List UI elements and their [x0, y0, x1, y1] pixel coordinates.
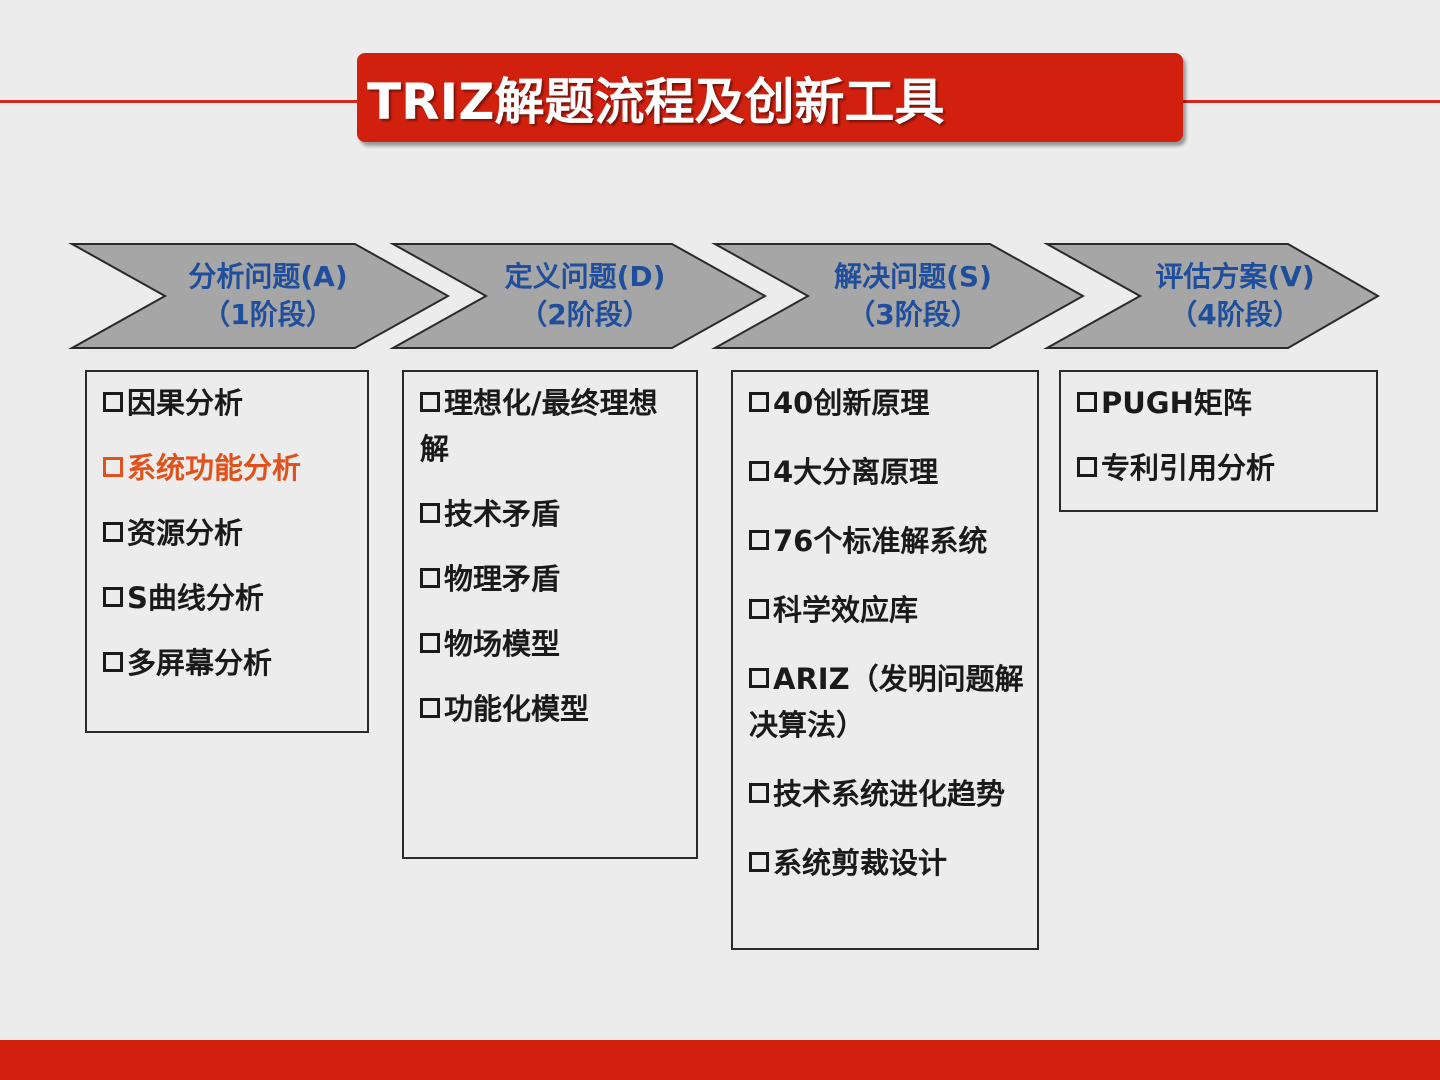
- list-item: PUGH矩阵: [1077, 380, 1366, 426]
- stage-phase: （2阶段）: [519, 298, 651, 331]
- list-item: 技术系统进化趋势: [749, 771, 1027, 817]
- list-item: 76个标准解系统: [749, 518, 1027, 564]
- list-item: ARIZ（发明问题解决算法）: [749, 662, 1024, 742]
- checkbox-icon: [103, 522, 123, 542]
- list-item: 40创新原理: [749, 380, 1027, 426]
- checkbox-icon: [749, 530, 769, 550]
- stage-title: 分析问题(A): [188, 260, 348, 293]
- checkbox-icon: [420, 503, 440, 523]
- stage-phase: （3阶段）: [847, 298, 979, 331]
- checkbox-icon: [420, 392, 440, 412]
- list-item: 物理矛盾: [420, 556, 686, 602]
- checkbox-icon: [103, 652, 123, 672]
- list-item: S曲线分析: [103, 575, 357, 621]
- list-item: 功能化模型: [420, 686, 686, 732]
- list-item: 技术矛盾: [420, 491, 686, 537]
- checkbox-icon: [103, 392, 123, 412]
- footer-bar: [0, 1040, 1440, 1080]
- checkbox-icon: [749, 668, 769, 688]
- tool-box-solve: 40创新原理 4大分离原理 76个标准解系统 科学效应库 ARIZ（发明问题解决…: [731, 370, 1039, 950]
- list-item: 物场模型: [420, 621, 686, 667]
- checkbox-icon: [749, 783, 769, 803]
- checkbox-icon: [1077, 392, 1097, 412]
- checkbox-icon: [420, 633, 440, 653]
- list-item: 理想化/最终理想解: [420, 386, 658, 466]
- checkbox-icon: [749, 852, 769, 872]
- checkbox-icon: [420, 698, 440, 718]
- stage-phase: （4阶段）: [1169, 298, 1301, 331]
- checkbox-icon: [103, 457, 123, 477]
- stage-title: 定义问题(D): [504, 260, 666, 293]
- tool-box-evaluate: PUGH矩阵 专利引用分析: [1059, 370, 1378, 512]
- stage-title: 评估方案(V): [1155, 260, 1315, 293]
- stage-label-3: 解决问题(S) （3阶段）: [793, 258, 1033, 334]
- checkbox-icon: [420, 568, 440, 588]
- checkbox-icon: [749, 392, 769, 412]
- list-item: 多屏幕分析: [103, 640, 357, 686]
- stage-title: 解决问题(S): [834, 260, 992, 293]
- checkbox-icon: [749, 461, 769, 481]
- list-item: 因果分析: [103, 380, 357, 426]
- tool-box-analyze: 因果分析 系统功能分析 资源分析 S曲线分析 多屏幕分析: [85, 370, 369, 733]
- list-item: 系统剪裁设计: [749, 840, 1027, 886]
- stage-label-1: 分析问题(A) （1阶段）: [148, 258, 388, 334]
- checkbox-icon: [749, 599, 769, 619]
- stage-label-4: 评估方案(V) （4阶段）: [1115, 258, 1355, 334]
- list-item: 资源分析: [103, 510, 357, 556]
- checkbox-icon: [1077, 457, 1097, 477]
- list-item-highlighted: 系统功能分析: [103, 445, 357, 491]
- tool-box-define: 理想化/最终理想解 技术矛盾 物理矛盾 物场模型 功能化模型: [402, 370, 698, 859]
- checkbox-icon: [103, 587, 123, 607]
- list-item: 4大分离原理: [749, 449, 1027, 495]
- stage-label-2: 定义问题(D) （2阶段）: [465, 258, 705, 334]
- stage-phase: （1阶段）: [202, 298, 334, 331]
- list-item: 专利引用分析: [1077, 445, 1366, 491]
- list-item: 科学效应库: [749, 587, 1027, 633]
